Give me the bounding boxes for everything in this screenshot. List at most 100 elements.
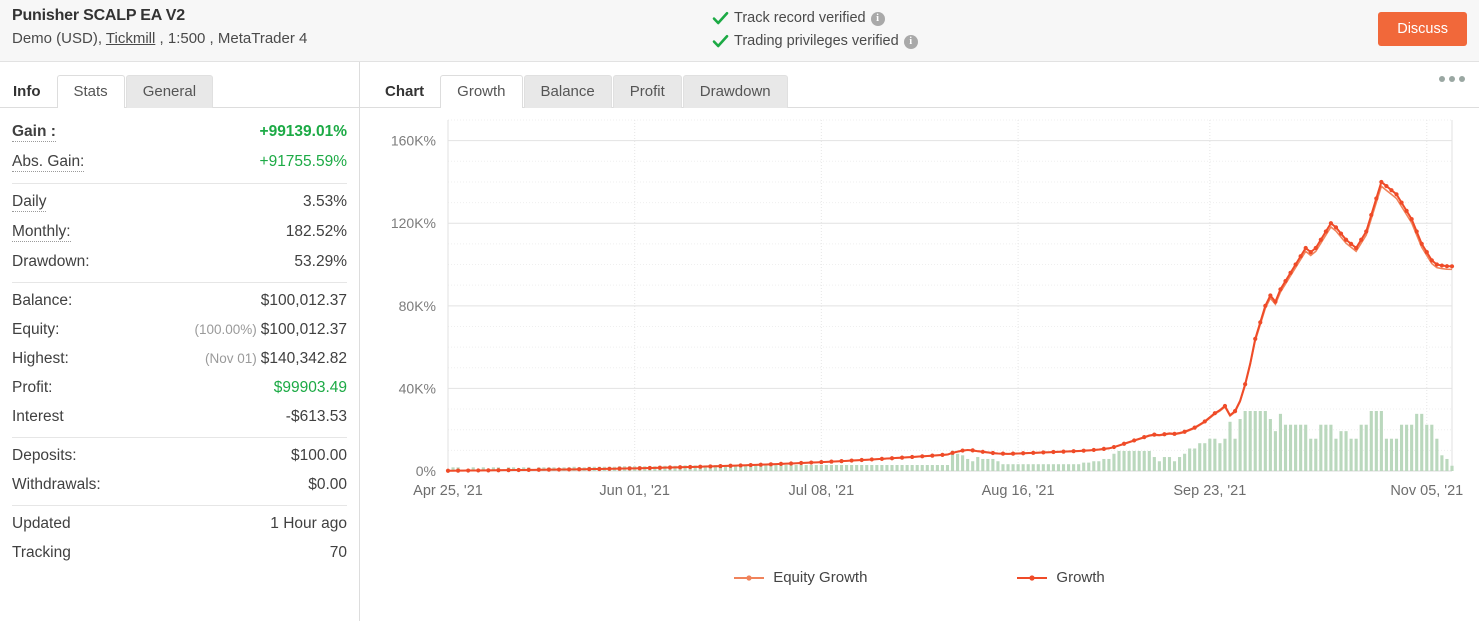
stat-row-balance: Balance: $100,012.37: [12, 286, 347, 315]
y-axis-tick-label: 80K%: [399, 298, 436, 314]
legend-label-equity-growth: Equity Growth: [773, 569, 868, 586]
account-identity: Punisher SCALP EA V2 Demo (USD), Tickmil…: [12, 6, 307, 50]
stats-sidebar: Info Stats General Gain : +99139.01% Abs…: [0, 62, 360, 621]
account-leverage-platform: , 1:500 , MetaTrader 4: [155, 30, 308, 47]
chart-section-label: Chart: [385, 83, 425, 100]
legend-marker-growth: [1017, 574, 1048, 581]
stat-label-equity: Equity:: [12, 321, 60, 338]
x-axis-tick-label: Jul 08, '21: [789, 483, 855, 499]
legend-item-growth[interactable]: Growth: [1017, 569, 1105, 586]
stat-value-equity: $100,012.37: [260, 321, 347, 338]
stat-row-deposits: Deposits: $100.00: [12, 441, 347, 470]
account-type: Demo (USD),: [12, 30, 106, 47]
legend-label-growth: Growth: [1056, 569, 1105, 586]
stat-value-highest-wrap: (Nov 01) $140,342.82: [205, 350, 347, 368]
stat-row-daily: Daily 3.53%: [12, 187, 347, 217]
stat-value-drawdown: 53.29%: [294, 253, 347, 270]
stat-value-tracking: 70: [329, 544, 347, 561]
verification-row-track-record: Track record verified i: [712, 7, 918, 30]
stats-group-meta: Updated 1 Hour ago Tracking 70: [12, 509, 347, 567]
chart-tab-drawdown[interactable]: Drawdown: [682, 75, 788, 108]
chart-tab-growth[interactable]: Growth: [440, 75, 523, 108]
stat-row-profit: Profit: $99903.49: [12, 373, 347, 402]
sidebar-tab-general[interactable]: General: [125, 75, 214, 108]
page-body: Info Stats General Gain : +99139.01% Abs…: [0, 62, 1479, 621]
stat-row-updated: Updated 1 Hour ago: [12, 509, 347, 538]
verification-label: Track record verified: [734, 10, 866, 26]
stat-value-withdrawals: $0.00: [308, 476, 347, 493]
stat-value-highest: $140,342.82: [260, 350, 347, 367]
divider: [12, 183, 347, 184]
divider: [12, 282, 347, 283]
growth-chart-svg[interactable]: 0% 40K% 80K% 120K% 160K% Apr 25, '21 Jun 01, '…: [360, 108, 1478, 528]
x-axis-tick-label: Sep 23, '21: [1173, 483, 1246, 499]
stat-row-interest: Interest -$613.53: [12, 402, 347, 431]
x-axis-tick-label: Apr 25, '21: [413, 483, 483, 499]
chart-tabbar: Chart Growth Balance Profit Drawdown: [360, 62, 1479, 108]
stat-value-deposits: $100.00: [290, 447, 347, 464]
chart-tab-profit[interactable]: Profit: [612, 75, 682, 108]
x-axis-tick-label: Nov 05, '21: [1390, 483, 1463, 499]
stat-row-abs-gain: Abs. Gain: +91755.59%: [12, 147, 347, 177]
stat-label-deposits: Deposits:: [12, 447, 77, 464]
stat-value-equity-wrap: (100.00%) $100,012.37: [195, 321, 348, 339]
stats-list: Gain : +99139.01% Abs. Gain: +91755.59% …: [0, 108, 359, 567]
chart-legend: Equity Growth Growth: [360, 569, 1479, 586]
stat-row-withdrawals: Withdrawals: $0.00: [12, 470, 347, 499]
check-icon: [712, 10, 729, 27]
stats-group-funding: Deposits: $100.00 Withdrawals: $0.00: [12, 441, 347, 499]
divider: [12, 505, 347, 506]
stat-row-tracking: Tracking 70: [12, 538, 347, 567]
account-subtitle: Demo (USD), Tickmill , 1:500 , MetaTrade…: [12, 28, 307, 50]
kebab-menu-icon[interactable]: [1439, 76, 1465, 82]
verification-label: Trading privileges verified: [734, 33, 899, 49]
stat-label-updated: Updated: [12, 515, 71, 532]
stat-label-tracking: Tracking: [12, 544, 71, 561]
verification-badges: Track record verified i Trading privileg…: [712, 7, 918, 53]
stat-row-gain: Gain : +99139.01%: [12, 117, 347, 147]
stat-label-monthly[interactable]: Monthly:: [12, 224, 71, 242]
stat-value-monthly: 182.52%: [285, 223, 347, 240]
discuss-button[interactable]: Discuss: [1378, 12, 1467, 46]
stat-row-equity: Equity: (100.00%) $100,012.37: [12, 315, 347, 344]
divider: [12, 437, 347, 438]
stat-label-daily[interactable]: Daily: [12, 194, 47, 212]
x-axis-tick-label: Jun 01, '21: [599, 483, 670, 499]
stat-row-drawdown: Drawdown: 53.29%: [12, 247, 347, 276]
stat-prefix-equity-percent: (100.00%): [194, 322, 257, 337]
stat-label-interest: Interest: [12, 408, 64, 425]
growth-chart[interactable]: 0% 40K% 80K% 120K% 160K% Apr 25, '21 Jun 01, '…: [360, 108, 1479, 620]
stats-group-gain: Gain : +99139.01% Abs. Gain: +91755.59%: [12, 108, 347, 177]
page-title: Punisher SCALP EA V2: [12, 7, 185, 24]
chart-tab-balance[interactable]: Balance: [523, 75, 612, 108]
x-axis-tick-label: Aug 16, '21: [982, 483, 1055, 499]
stat-label-abs-gain[interactable]: Abs. Gain:: [12, 154, 85, 172]
stat-label-drawdown: Drawdown:: [12, 253, 90, 270]
stat-value-updated: 1 Hour ago: [270, 515, 347, 532]
sidebar-section-label-info: Info: [13, 83, 41, 100]
stat-label-withdrawals: Withdrawals:: [12, 476, 101, 493]
broker-link[interactable]: Tickmill: [106, 30, 155, 47]
chart-bars: [451, 411, 1454, 471]
stat-label-highest: Highest:: [12, 350, 69, 367]
stat-row-monthly: Monthly: 182.52%: [12, 217, 347, 247]
stats-group-account: Balance: $100,012.37 Equity: (100.00%) $1…: [12, 286, 347, 431]
info-icon[interactable]: i: [903, 34, 918, 49]
info-icon[interactable]: i: [870, 11, 885, 26]
sidebar-tab-stats[interactable]: Stats: [56, 75, 125, 108]
y-axis-tick-label: 120K%: [391, 215, 436, 231]
stat-value-daily: 3.53%: [303, 193, 347, 210]
page-header: Punisher SCALP EA V2 Demo (USD), Tickmil…: [0, 0, 1479, 62]
stat-label-profit: Profit:: [12, 379, 53, 396]
legend-item-equity-growth[interactable]: Equity Growth: [734, 569, 867, 586]
stat-label-gain[interactable]: Gain :: [12, 124, 56, 142]
legend-marker-equity-growth: [734, 574, 765, 581]
sidebar-tabbar: Info Stats General: [0, 62, 359, 108]
stat-value-profit: $99903.49: [273, 379, 347, 396]
stat-value-abs-gain: +91755.59%: [259, 153, 347, 170]
chart-panel: Chart Growth Balance Profit Drawdown 0% 4…: [360, 62, 1479, 621]
y-axis-tick-label: 40K%: [399, 380, 436, 396]
stat-row-highest: Highest: (Nov 01) $140,342.82: [12, 344, 347, 373]
stat-label-balance: Balance:: [12, 292, 73, 309]
verification-row-trading-privileges: Trading privileges verified i: [712, 30, 918, 53]
